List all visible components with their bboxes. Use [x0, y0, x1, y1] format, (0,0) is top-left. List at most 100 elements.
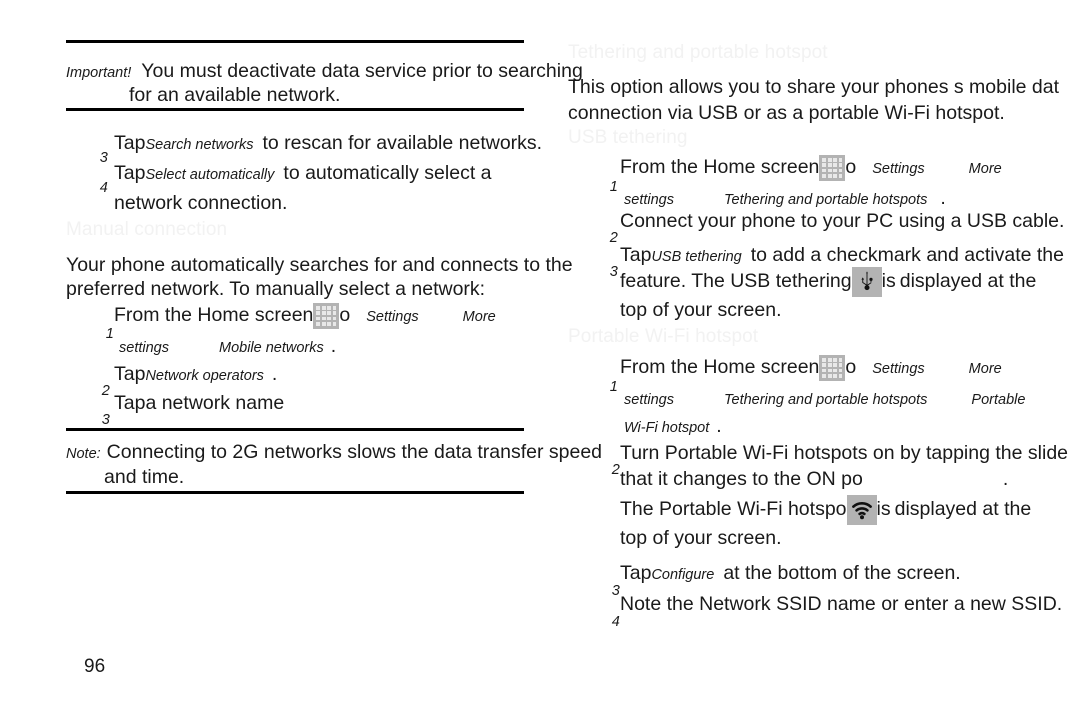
usb-step-3-number: 3: [609, 264, 618, 280]
tethering-heading-text: Tethering and portable hotspot: [568, 42, 828, 63]
manual-step-3-text: Tapa network name: [114, 388, 284, 418]
usb-step-1-term-settings: Settings: [872, 161, 925, 177]
hotspot-step-2-line2: that it changes to the ON po.: [620, 464, 1008, 494]
usb-step-3-suffix: to add a checkmark and activate the: [750, 244, 1065, 266]
note-label: Note:: [66, 446, 101, 462]
apps-icon[interactable]: [819, 354, 846, 381]
left-step-4-continuation-text: network connection.: [114, 192, 288, 214]
tethering-heading: Tethering and portable hotspot: [568, 42, 828, 64]
left-step-4: 4: [82, 161, 108, 215]
usb-icon[interactable]: [851, 266, 882, 297]
manual-step-3-prefix: Tap: [114, 392, 146, 414]
hotspot-step-4: 4: [594, 595, 620, 649]
usb-tethering-heading: USB tethering: [568, 127, 688, 149]
hotspot-step-2-line3-before-icon: The Portable Wi-Fi hotspo: [620, 498, 847, 520]
usb-step-1-line1: From the Home screen o Settings More: [620, 152, 1002, 184]
hotspot-step-3-suffix: at the bottom of the screen.: [723, 562, 961, 584]
usb-step-1-number: 1: [609, 179, 618, 195]
usb-step-3: 3: [592, 245, 618, 299]
hotspot-step-1-before-icon: From the Home screen: [620, 356, 820, 378]
manual-step-2-prefix: Tap: [114, 363, 146, 385]
left-step-3-prefix: Tap: [114, 132, 146, 154]
note-box-top-rule: [66, 428, 524, 431]
tethering-intro-2: connection via USB or as a portable Wi-F…: [568, 98, 1005, 128]
usb-step-3-line2: feature. The USB tethering is displayed at…: [620, 266, 1036, 297]
manual-connection-heading: Manual connection: [66, 219, 227, 241]
hotspot-step-1: 1: [592, 360, 618, 414]
note-line2: and time.: [104, 466, 185, 488]
usb-step-3-line2-before-icon: feature. The USB tethering: [620, 270, 852, 292]
usb-step-1: 1: [592, 160, 618, 214]
manual-page: Important! You must deactivate data servi…: [0, 0, 1080, 720]
apps-icon[interactable]: [313, 302, 340, 329]
hotspot-step-4-number: 4: [611, 614, 620, 630]
wifi-icon[interactable]: [846, 494, 877, 525]
note-line1: Connecting to 2G networks slows the data…: [106, 441, 603, 463]
note-box-bottom-rule: [66, 491, 524, 494]
hotspot-step-1-term-tethering: Tethering and portable hotspots: [723, 392, 928, 408]
important-label: Important!: [66, 65, 132, 81]
usb-step-3-line3: top of your screen.: [620, 295, 782, 325]
usb-step-2-text: Connect your phone to your PC using a US…: [620, 206, 1064, 236]
important-line1: You must deactivate data service prior t…: [141, 60, 583, 82]
hotspot-step-4-text: Note the Network SSID name or enter a ne…: [620, 589, 1062, 619]
usb-step-2-text-value: Connect your phone to your PC using a US…: [620, 210, 1065, 232]
manual-step-2-term: Network operators: [145, 368, 264, 384]
page-number: 96: [84, 656, 105, 678]
manual-step-3-suffix: a network name: [145, 392, 285, 414]
manual-step-1-number: 1: [105, 326, 114, 342]
hotspot-step-2-line1-text: Turn Portable Wi-Fi hotspots on by tappi…: [620, 442, 1069, 464]
manual-connection-heading-text: Manual connection: [66, 219, 228, 240]
hotspot-step-1-number: 1: [609, 379, 618, 395]
usb-step-2-number: 2: [609, 230, 618, 246]
manual-step-1-period: .: [330, 335, 337, 357]
manual-step-1-after-icon: o: [339, 304, 351, 326]
usb-step-3-term: USB tethering: [651, 249, 742, 265]
manual-step-2-period: .: [271, 363, 278, 385]
hotspot-step-3-term: Configure: [651, 567, 715, 583]
hotspot-step-2-line4-text: top of your screen.: [620, 527, 782, 549]
hotspot-step-1-term-more: More: [968, 361, 1002, 377]
hotspot-step-2-line3-tail: displayed at the: [894, 498, 1032, 520]
tethering-intro-line1: This option allows you to share your pho…: [568, 76, 1060, 98]
usb-step-3-prefix: Tap: [620, 244, 652, 266]
hotspot-step-3-prefix: Tap: [620, 562, 652, 584]
left-step-3-text: TapSearch networks to rescan for availabl…: [114, 128, 542, 160]
page-number-text: 96: [84, 656, 106, 677]
left-step-4-suffix: to automatically select a: [283, 162, 492, 184]
hotspot-step-3-text: TapConfigure at the bottom of the screen.: [620, 558, 961, 590]
note-line2-wrap: and time.: [104, 462, 184, 492]
manual-step-1-term-settings2: settings: [119, 340, 169, 356]
hotspot-step-1-line1: From the Home screen o Settings More: [620, 352, 1002, 384]
manual-connection-intro-line2: preferred network. To manually select a …: [66, 278, 486, 300]
hotspot-step-1-after-icon: o: [845, 356, 857, 378]
left-step-4-term: Select automatically: [145, 167, 275, 183]
important-line2: for an available network.: [129, 84, 341, 106]
hotspot-step-2-line4: top of your screen.: [620, 523, 782, 553]
usb-step-1-term-more: More: [968, 161, 1002, 177]
hotspot-step-1-term-wifi-hotspot: Wi-Fi hotspot: [624, 420, 710, 436]
manual-step-1-term-settings: Settings: [366, 309, 419, 325]
hotspot-step-2-line3: The Portable Wi-Fi hotspo is displayed at …: [620, 494, 1031, 525]
usb-step-1-after-icon: o: [845, 156, 857, 178]
hotspot-step-1-term-settings2: settings: [624, 392, 674, 408]
manual-step-1: 1: [88, 307, 114, 361]
portable-hotspot-heading-text: Portable Wi-Fi hotspot: [568, 326, 759, 347]
hotspot-step-4-text-value: Note the Network SSID name or enter a ne…: [620, 593, 1063, 615]
manual-step-1-before-icon: From the Home screen: [114, 304, 314, 326]
usb-step-3-line2-after-icon: is: [881, 270, 896, 292]
tethering-intro-line2: connection via USB or as a portable Wi-F…: [568, 102, 1005, 124]
manual-step-1-term-more: More: [462, 309, 496, 325]
manual-connection-intro-line1: Your phone automatically searches for an…: [66, 254, 573, 276]
apps-icon[interactable]: [819, 154, 846, 181]
manual-step-3-number: 3: [101, 412, 110, 428]
manual-step-2-text: TapNetwork operators.: [114, 359, 277, 391]
manual-step-1-term-mobile-networks: Mobile networks: [218, 340, 324, 356]
usb-step-3-line3-text: top of your screen.: [620, 299, 782, 321]
hotspot-step-1-term-settings: Settings: [872, 361, 925, 377]
hotspot-step-1-term-portable: Portable: [971, 392, 1026, 408]
hotspot-step-2-line2-period: .: [1002, 468, 1009, 490]
portable-hotspot-heading: Portable Wi-Fi hotspot: [568, 326, 758, 348]
usb-step-3-line2-tail: displayed at the: [899, 270, 1037, 292]
hotspot-step-2-line3-after-icon: is: [876, 498, 891, 520]
